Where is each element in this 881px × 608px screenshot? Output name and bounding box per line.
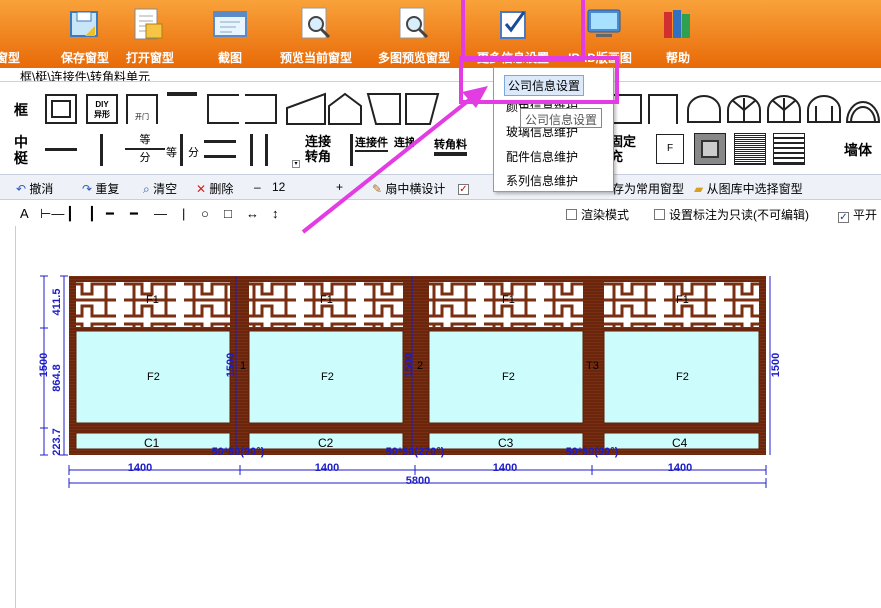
panel-height-1[interactable]: 1500 — [225, 353, 237, 377]
glass-label[interactable]: F2 — [502, 371, 515, 383]
menu-item-fitting-info[interactable]: 配件信息维护 — [506, 148, 578, 165]
glass-label[interactable]: F2 — [321, 371, 334, 383]
bottom-label[interactable]: C4 — [672, 436, 688, 450]
sash-label[interactable]: F1 — [320, 294, 333, 306]
bottom-label[interactable]: C1 — [144, 436, 160, 450]
panel-height-2[interactable]: 1500 — [403, 353, 415, 377]
sash-label[interactable]: F1 — [146, 294, 159, 306]
width-2[interactable]: 1400 — [315, 462, 339, 474]
dim-left-bottom[interactable]: 223.7 — [51, 428, 63, 456]
dim-left-middle[interactable]: 864.8 — [51, 364, 63, 392]
highlight-box-toolbar — [461, 0, 585, 62]
highlight-box-menu — [459, 56, 619, 104]
mullion-label-1[interactable]: 1 — [240, 360, 246, 372]
sash-label[interactable]: F1 — [676, 294, 689, 306]
sash-label[interactable]: F1 — [502, 294, 515, 306]
window-drawing: 411.5 864.8 223.7 1500 1500 1500 1500 14… — [38, 275, 782, 488]
bottom-label[interactable]: C2 — [318, 436, 334, 450]
width-1[interactable]: 1400 — [128, 462, 152, 474]
mullion-label-3[interactable]: T3 — [586, 360, 599, 372]
joint-label-3[interactable]: 50*50(90°) — [566, 446, 619, 458]
glass-label[interactable]: F2 — [147, 371, 160, 383]
bottom-label[interactable]: C3 — [498, 436, 514, 450]
joint-label-2[interactable]: 50*50(270°) — [386, 446, 445, 458]
width-3[interactable]: 1400 — [493, 462, 517, 474]
mullion-label-2[interactable]: 2 — [417, 360, 423, 372]
menu-item-series-info[interactable]: 系列信息维护 — [506, 172, 578, 189]
dim-total-height[interactable]: 1500 — [38, 353, 50, 377]
glass-label[interactable]: F2 — [676, 371, 689, 383]
width-4[interactable]: 1400 — [668, 462, 692, 474]
joint-label-1[interactable]: 50*50(90°) — [212, 446, 265, 458]
tooltip: 公司信息设置 — [520, 108, 603, 128]
dim-left-top[interactable]: 411.5 — [51, 289, 63, 316]
dim-right-height[interactable]: 1500 — [770, 353, 782, 377]
total-width[interactable]: 5800 — [406, 475, 430, 487]
